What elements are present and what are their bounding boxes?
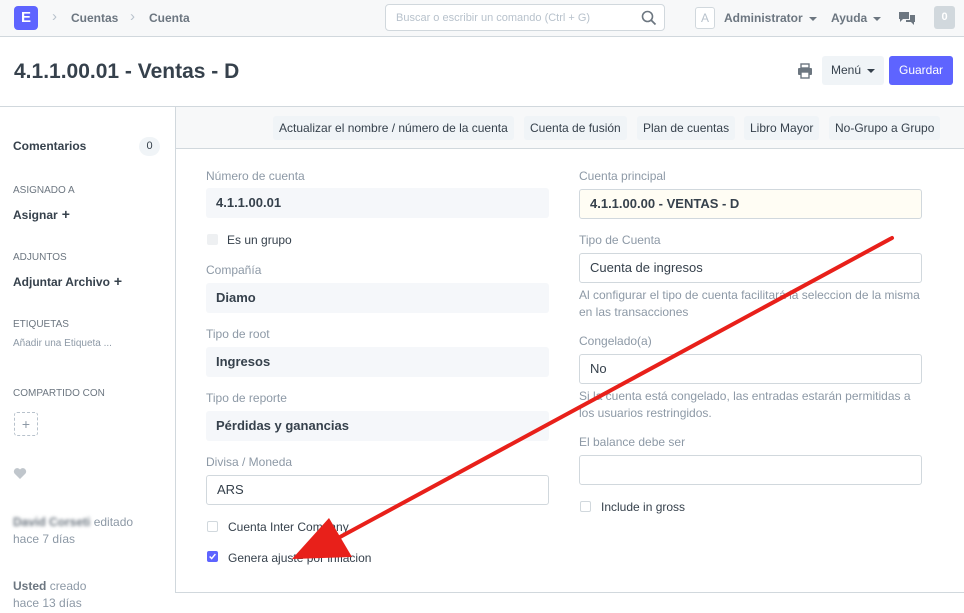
activity-item: David Corseti editado hace 7 días: [13, 514, 133, 548]
navbar: E › Cuentas › Cuenta Buscar o escribir u…: [0, 0, 964, 37]
frozen-help: Si la cuenta está congelado, las entrada…: [579, 389, 911, 420]
plus-icon: +: [61, 206, 70, 222]
account-type-help: Al configurar el tipo de cuenta facilita…: [579, 288, 920, 319]
activity-user[interactable]: David Corseti: [13, 515, 90, 529]
report-type-field: Pérdidas y ganancias: [206, 411, 549, 441]
frozen-label: Congelado(a): [579, 334, 652, 348]
assigned-header: ASIGNADO A: [13, 185, 75, 196]
inter-company-checkbox[interactable]: [207, 521, 218, 532]
is-group-checkbox[interactable]: [207, 234, 218, 245]
breadcrumb-cuenta[interactable]: Cuenta: [149, 11, 190, 25]
user-menu[interactable]: Administrator: [724, 11, 817, 25]
company-label: Compañía: [206, 263, 262, 277]
activity-user[interactable]: Usted: [13, 579, 46, 593]
assign-button[interactable]: Asignar +: [13, 206, 70, 222]
account-type-label: Tipo de Cuenta: [579, 233, 661, 247]
company-field: Diamo: [206, 283, 549, 313]
include-gross-label: Include in gross: [601, 500, 686, 514]
chart-of-accounts-button[interactable]: Plan de cuentas: [637, 116, 736, 140]
root-type-field: Ingresos: [206, 347, 549, 377]
share-add-button[interactable]: +: [14, 412, 38, 436]
merge-account-button[interactable]: Cuenta de fusión: [524, 116, 627, 140]
breadcrumb-cuentas[interactable]: Cuentas: [71, 11, 118, 25]
frozen-select[interactable]: No: [579, 354, 922, 384]
parent-account-label: Cuenta principal: [579, 169, 666, 183]
search-placeholder: Buscar o escribir un comando (Ctrl + G): [396, 12, 591, 24]
inter-company-label: Cuenta Inter Company: [228, 520, 349, 534]
heart-icon[interactable]: [13, 467, 27, 480]
user-name: Administrator: [724, 11, 803, 25]
help-label: Ayuda: [831, 11, 868, 25]
attach-file-button[interactable]: Adjuntar Archivo +: [13, 273, 122, 289]
currency-field[interactable]: ARS: [206, 475, 549, 505]
attach-label: Adjuntar Archivo: [13, 275, 110, 289]
include-gross-checkbox[interactable]: [580, 501, 591, 512]
notifications-badge[interactable]: 0: [934, 6, 955, 29]
comments-link[interactable]: Comentarios: [13, 139, 86, 153]
report-type-label: Tipo de reporte: [206, 391, 287, 405]
root-type-label: Tipo de root: [206, 327, 270, 341]
inflation-label: Genera ajuste por inflacion: [228, 551, 372, 565]
account-number-field: 4.1.1.00.01: [206, 188, 549, 218]
check-icon: [209, 553, 216, 560]
search-input[interactable]: Buscar o escribir un comando (Ctrl + G): [385, 4, 665, 31]
shared-header: COMPARTIDO CON: [13, 388, 105, 399]
app-logo[interactable]: E: [14, 6, 38, 30]
comments-count-badge: 0: [139, 137, 160, 156]
currency-label: Divisa / Moneda: [206, 455, 293, 469]
caret-down-icon: [867, 68, 876, 73]
rename-account-button[interactable]: Actualizar el nombre / número de la cuen…: [273, 116, 514, 140]
chat-icon[interactable]: [898, 10, 916, 26]
general-ledger-button[interactable]: Libro Mayor: [744, 116, 820, 140]
tags-header: ETIQUETAS: [13, 319, 69, 330]
inflation-checkbox[interactable]: [207, 551, 218, 562]
attachments-header: ADJUNTOS: [13, 252, 67, 263]
caret-down-icon: [873, 16, 882, 21]
save-button[interactable]: Guardar: [889, 56, 953, 85]
print-icon[interactable]: [797, 63, 813, 79]
menu-button[interactable]: Menú: [822, 56, 884, 85]
parent-account-field[interactable]: 4.1.1.00.00 - VENTAS - D: [579, 189, 922, 219]
activity-time: hace 13 días: [13, 596, 82, 610]
activity-time: hace 7 días: [13, 532, 76, 546]
balance-select[interactable]: [579, 455, 922, 485]
menu-label: Menú: [830, 63, 862, 77]
help-menu[interactable]: Ayuda: [831, 11, 882, 25]
assign-label: Asignar: [13, 208, 58, 222]
balance-label: El balance debe ser: [579, 435, 686, 449]
convert-to-group-button[interactable]: No-Grupo a Grupo: [829, 116, 941, 140]
chevron-right-icon: ›: [130, 8, 135, 25]
chevron-right-icon: ›: [52, 8, 57, 25]
activity-action: editado: [93, 515, 134, 529]
account-number-label: Número de cuenta: [206, 169, 305, 183]
add-tag-link[interactable]: Añadir una Etiqueta ...: [13, 338, 112, 349]
activity-action: creado: [49, 579, 87, 593]
is-group-label: Es un grupo: [227, 233, 292, 247]
page-title: 4.1.1.00.01 - Ventas - D: [14, 60, 240, 83]
avatar[interactable]: A: [695, 7, 715, 29]
account-type-select[interactable]: Cuenta de ingresos: [579, 253, 922, 283]
activity-item: Usted creado hace 13 días: [13, 578, 86, 612]
caret-down-icon: [808, 16, 817, 21]
search-icon[interactable]: [640, 9, 658, 27]
plus-icon: +: [113, 273, 123, 289]
